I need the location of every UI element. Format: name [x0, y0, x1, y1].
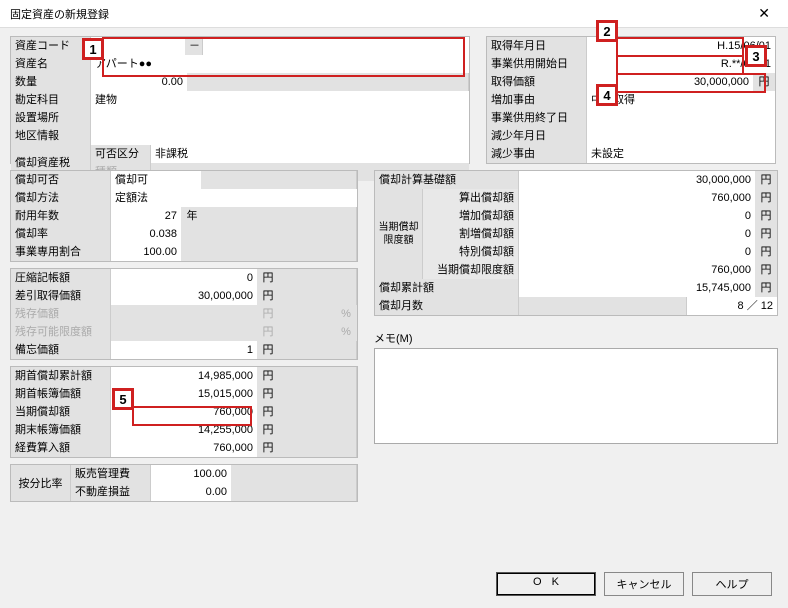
value-add-dep: 0: [519, 207, 755, 225]
value-expense: 760,000: [111, 439, 257, 457]
label-quantity: 数量: [11, 73, 91, 91]
label-opening-accum: 期首償却累計額: [11, 367, 111, 385]
value-limit-dep: 760,000: [519, 261, 755, 279]
label-opening-book: 期首帳簿価額: [11, 385, 111, 403]
label-spec-dep: 特別償却額: [423, 243, 519, 261]
label-split-dep: 割増償却額: [423, 225, 519, 243]
unit-yen: 円: [257, 287, 279, 305]
value-accum-dep: 15,745,000: [519, 279, 755, 297]
label-use-end: 事業供用終了日: [487, 109, 587, 127]
label-accum-dep: 償却累計額: [375, 279, 519, 297]
input-location[interactable]: [91, 109, 469, 127]
label-account: 勘定科目: [11, 91, 91, 109]
input-residual-limit: [111, 323, 257, 341]
input-region[interactable]: [91, 127, 469, 145]
label-residual: 残存価額: [11, 305, 111, 323]
input-dep-ok[interactable]: 償却可: [111, 171, 201, 189]
value-diff-acq: 30,000,000: [111, 287, 257, 305]
label-expense: 経費算入額: [11, 439, 111, 457]
label-use-start: 事業供用開始日: [487, 55, 587, 73]
value-end-book: 14,255,000: [111, 421, 257, 439]
window-title: 固定資産の新規登録: [10, 6, 109, 22]
panel-compression: 圧縮記帳額 0 円 差引取得価額 30,000,000 円 残存価額 円 %: [10, 268, 358, 360]
label-location: 設置場所: [11, 109, 91, 127]
label-dep-months: 償却月数: [375, 297, 519, 315]
input-asset-code-2[interactable]: [203, 37, 469, 55]
label-asset-code: 資産コード: [11, 37, 91, 55]
callout-3: 3: [745, 45, 767, 67]
callout-2: 2: [596, 20, 618, 42]
input-residual: [111, 305, 257, 323]
label-end-book: 期末帳簿価額: [11, 421, 111, 439]
unit-yen: 円: [753, 73, 775, 91]
panel-allocation: 按分比率 販売管理費 100.00 不動産損益 0.00: [10, 464, 358, 502]
label-dec-date: 減少年月日: [487, 127, 587, 145]
input-quantity[interactable]: 0.00: [91, 73, 187, 91]
label-acq-date: 取得年月日: [487, 37, 587, 55]
input-dec-reason[interactable]: 未設定: [587, 145, 775, 163]
panel-acquisition: 取得年月日 H.15/06/01 事業供用開始日 R.**/05/01 取得価額…: [486, 36, 776, 164]
label-calc-base: 償却計算基礎額: [375, 171, 519, 189]
input-memo-val[interactable]: 1: [111, 341, 257, 359]
label-compression: 圧縮記帳額: [11, 269, 111, 287]
label-realestate: 不動産損益: [71, 483, 151, 501]
input-compression[interactable]: 0: [111, 269, 257, 287]
input-realestate[interactable]: 0.00: [151, 483, 231, 501]
value-spec-dep: 0: [519, 243, 755, 261]
input-sga[interactable]: 100.00: [151, 465, 231, 483]
panel-dep-calc: 償却計算基礎額 30,000,000 円 当期償却 限度額 算出償却額 760,…: [374, 170, 778, 316]
label-memo: メモ(M): [374, 330, 778, 346]
label-memo-val: 備忘価額: [11, 341, 111, 359]
value-split-dep: 0: [519, 225, 755, 243]
value-calc-base: 30,000,000: [519, 171, 755, 189]
input-method[interactable]: 定額法: [111, 189, 357, 207]
input-rate[interactable]: 0.038: [111, 225, 181, 243]
panel-asset-basic: 資産コード － 資産名 アパート●● 数量 0.00 勘定科目 建物: [10, 36, 470, 164]
callout-4: 4: [596, 84, 618, 106]
input-asset-name[interactable]: アパート●●: [91, 55, 469, 73]
input-dec-date[interactable]: [587, 127, 775, 145]
label-limit-dep: 当期償却限度額: [423, 261, 519, 279]
code-separator: －: [185, 37, 203, 55]
value-calc-dep: 760,000: [519, 189, 755, 207]
label-add-dep: 増加償却額: [423, 207, 519, 225]
input-life[interactable]: 27: [111, 207, 181, 225]
label-dec-reason: 減少事由: [487, 145, 587, 163]
cancel-button[interactable]: キャンセル: [604, 572, 684, 596]
label-period-limit: 当期償却 限度額: [375, 189, 423, 279]
label-life: 耐用年数: [11, 207, 111, 225]
label-tax-allow: 可否区分: [91, 145, 151, 163]
value-dep-months: 8 ／ 12: [687, 297, 777, 315]
input-account[interactable]: 建物: [91, 91, 469, 109]
label-method: 償却方法: [11, 189, 111, 207]
unit-years: 年: [181, 207, 203, 225]
input-biz-pct[interactable]: 100.00: [111, 243, 181, 261]
label-dep-ok: 償却可否: [11, 171, 111, 189]
label-diff-acq: 差引取得価額: [11, 287, 111, 305]
label-sga: 販売管理費: [71, 465, 151, 483]
panel-dep-method: 償却可否 償却可 償却方法 定額法 耐用年数 27 年 償却率 0.038: [10, 170, 358, 262]
panel-period-depreciation: 期首償却累計額 14,985,000 円 期首帳簿価額 15,015,000 円…: [10, 366, 358, 458]
ok-button[interactable]: OK: [496, 572, 596, 596]
unit-yen: 円: [257, 269, 279, 287]
label-curr-dep: 当期償却額: [11, 403, 111, 421]
input-asset-code-1[interactable]: [91, 37, 185, 55]
label-alloc-ratio: 按分比率: [11, 465, 71, 501]
callout-5: 5: [112, 388, 134, 410]
input-opening-accum[interactable]: 14,985,000: [111, 367, 257, 385]
label-rate: 償却率: [11, 225, 111, 243]
input-tax-allow[interactable]: 非課税: [151, 145, 469, 163]
label-acq-amount: 取得価額: [487, 73, 587, 91]
close-icon[interactable]: ✕: [750, 3, 778, 24]
label-residual-limit: 残存可能限度額: [11, 323, 111, 341]
label-calc-dep: 算出償却額: [423, 189, 519, 207]
label-asset-name: 資産名: [11, 55, 91, 73]
input-use-end[interactable]: [587, 109, 775, 127]
textarea-memo[interactable]: [374, 348, 778, 444]
help-button[interactable]: ヘルプ: [692, 572, 772, 596]
label-region: 地区情報: [11, 127, 91, 145]
label-inc-reason: 増加事由: [487, 91, 587, 109]
label-biz-pct: 事業専用割合: [11, 243, 111, 261]
callout-1: 1: [82, 38, 104, 60]
